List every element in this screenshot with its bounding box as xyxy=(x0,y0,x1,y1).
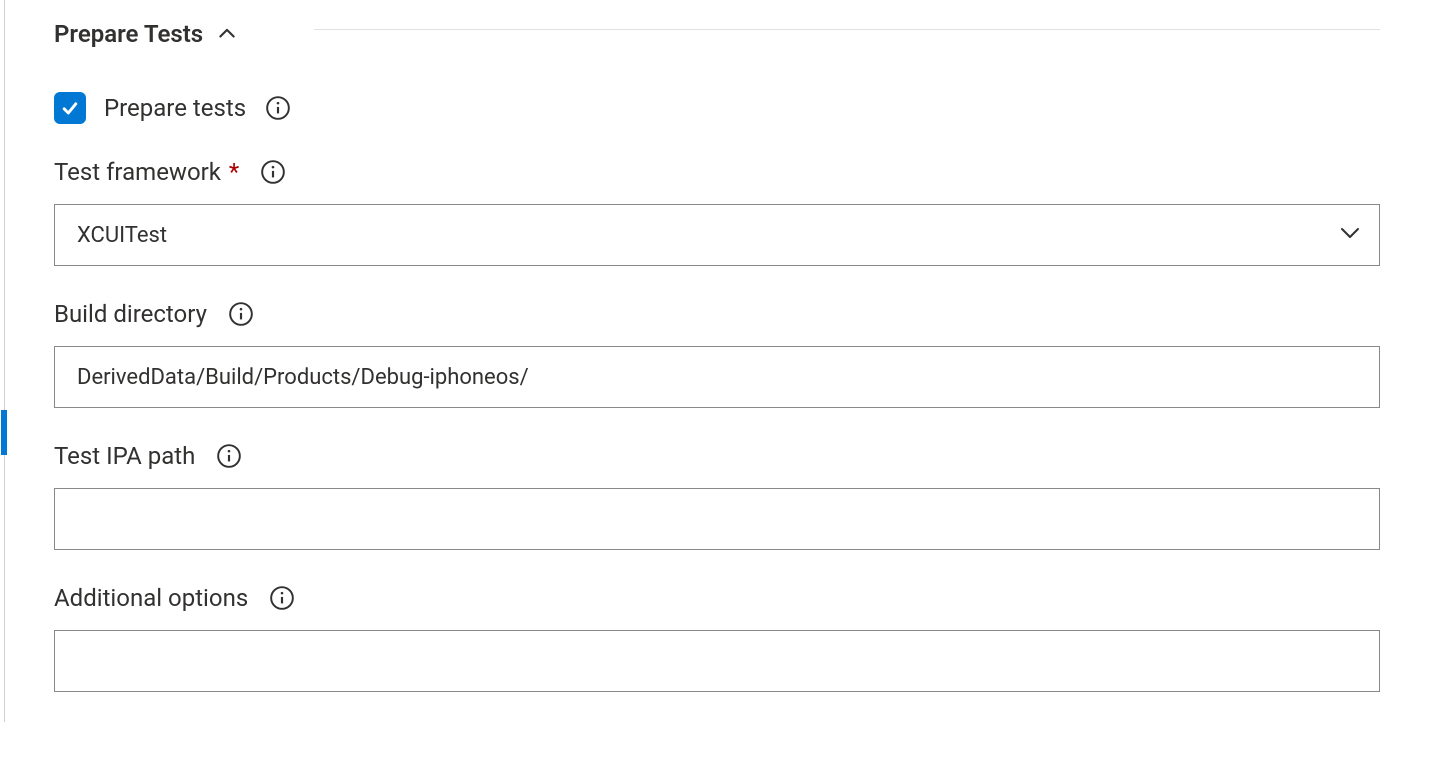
test-ipa-path-label: Test IPA path xyxy=(54,442,195,470)
test-framework-select-wrapper xyxy=(54,204,1380,266)
section-title: Prepare Tests xyxy=(54,20,203,48)
test-ipa-path-input[interactable] xyxy=(54,488,1380,550)
info-icon[interactable] xyxy=(264,94,292,122)
additional-options-label-row: Additional options xyxy=(54,584,1380,612)
prepare-tests-row: Prepare tests xyxy=(54,92,1380,124)
test-framework-label-text: Test framework xyxy=(54,158,221,186)
additional-options-input[interactable] xyxy=(54,630,1380,692)
side-indicator xyxy=(1,410,7,455)
build-directory-group: Build directory xyxy=(54,300,1380,408)
prepare-tests-label: Prepare tests xyxy=(104,94,246,122)
header-divider xyxy=(314,29,1380,30)
prepare-tests-checkbox[interactable] xyxy=(54,92,86,124)
chevron-up-icon[interactable] xyxy=(215,22,239,46)
test-ipa-path-label-row: Test IPA path xyxy=(54,442,1380,470)
test-framework-label: Test framework * xyxy=(54,158,239,186)
form-container: Prepare Tests Prepare tests xyxy=(0,0,1430,722)
test-ipa-path-group: Test IPA path xyxy=(54,442,1380,550)
info-icon[interactable] xyxy=(227,300,255,328)
test-framework-group: Test framework * xyxy=(54,158,1380,266)
test-framework-label-row: Test framework * xyxy=(54,158,1380,186)
required-marker: * xyxy=(229,158,239,186)
additional-options-label: Additional options xyxy=(54,584,248,612)
left-border xyxy=(4,0,12,722)
build-directory-label-row: Build directory xyxy=(54,300,1380,328)
info-icon[interactable] xyxy=(259,158,287,186)
info-icon[interactable] xyxy=(268,584,296,612)
info-icon[interactable] xyxy=(215,442,243,470)
additional-options-group: Additional options xyxy=(54,584,1380,692)
test-framework-select[interactable] xyxy=(54,204,1380,266)
build-directory-label: Build directory xyxy=(54,300,207,328)
build-directory-input[interactable] xyxy=(54,346,1380,408)
section-header[interactable]: Prepare Tests xyxy=(54,0,1380,58)
prepare-tests-group: Prepare tests xyxy=(54,92,1380,124)
